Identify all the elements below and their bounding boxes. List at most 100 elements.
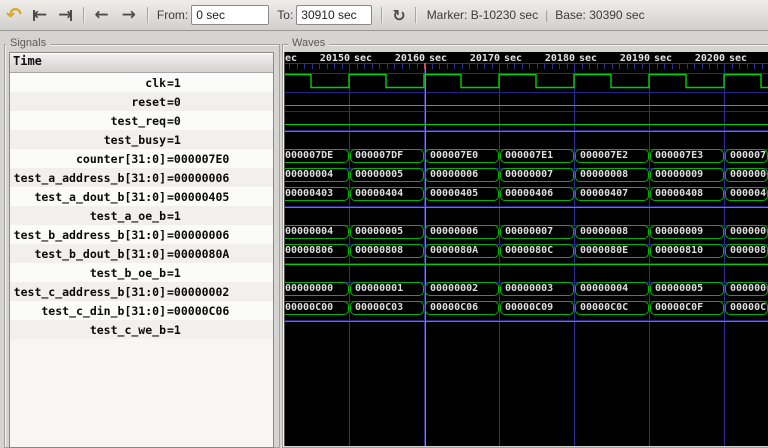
signal-value: =00000C06 [167, 303, 230, 318]
signal-wave-low [285, 105, 768, 106]
bus-segment: 00000409 [725, 187, 768, 201]
waves-frame-label: Waves [288, 37, 330, 49]
signal-value: =1 [167, 132, 181, 147]
from-input[interactable] [191, 5, 270, 25]
timeline-tick [461, 64, 463, 69]
signal-name: test_req [110, 113, 166, 128]
signal-row[interactable]: clk =1 [10, 73, 273, 92]
signal-row[interactable]: test_c_din_b[31:0] =00000C06 [10, 301, 273, 320]
signal-name: test_b_address_b[31:0] [13, 227, 166, 242]
signals-frame-label: Signals [6, 37, 51, 49]
bus-segment: 00000007 [500, 168, 574, 182]
bus-segment: 0000080A [425, 244, 499, 258]
signal-row[interactable]: test_c_address_b[31:0] =00000002 [10, 282, 273, 301]
signal-row[interactable]: test_b_dout_b[31:0] =0000080A [10, 244, 273, 263]
signal-name: test_b_oe_b [89, 265, 166, 280]
timeline-tick [566, 64, 568, 69]
bus-segment: 000007E4 [725, 149, 768, 163]
bus-segment: 00000006 [425, 225, 499, 239]
timeline-tick-unit: sec [579, 53, 598, 64]
forward-icon[interactable]: → [122, 5, 136, 25]
bus-segment: 000007E3 [650, 149, 724, 163]
signal-value: =0 [167, 94, 181, 109]
go-to-start-icon[interactable]: ← [33, 5, 47, 25]
go-to-end-icon[interactable]: → [58, 5, 72, 25]
timeline-tick [409, 64, 410, 69]
bus-segment: 00000812 [725, 244, 768, 258]
bus-segment: 00000C0F [650, 301, 724, 315]
bus-segment: 00000001 [350, 282, 424, 296]
signal-value: =1 [167, 265, 181, 280]
bus-segment: 0000080C [500, 244, 574, 258]
bus-segment: 00000007 [500, 225, 574, 239]
toolbar-separator [414, 7, 417, 23]
time-header[interactable]: Time [10, 53, 273, 73]
bus-segment: 00000006 [725, 282, 768, 296]
signal-value: =0 [167, 113, 181, 128]
timeline-tick-unit: sec [285, 53, 298, 64]
bus-segment: 00000C09 [500, 301, 574, 315]
signal-row[interactable]: test_a_oe_b =1 [10, 206, 273, 225]
bus-segment: 00000004 [285, 168, 349, 182]
signal-row[interactable]: test_c_we_b =1 [10, 320, 273, 339]
bus-segment: 00000005 [350, 168, 424, 182]
bus-segment: 000007DE [285, 149, 349, 163]
timeline-tick [529, 64, 530, 69]
timeline-tick [739, 64, 740, 69]
wave-canvas[interactable]: 20140sec20150sec20160sec20170sec20180sec… [284, 52, 768, 446]
timeline-tick [394, 64, 395, 69]
bus-segment: 00000404 [350, 187, 424, 201]
timeline-tick [536, 64, 538, 69]
timeline-tick [611, 64, 613, 69]
signal-value: =1 [167, 322, 181, 337]
undo-zoom-icon[interactable]: ↶ [6, 4, 22, 26]
signal-row[interactable]: test_a_address_b[31:0] =00000006 [10, 168, 273, 187]
signal-row[interactable]: reset =0 [10, 92, 273, 111]
reload-icon[interactable]: ↻ [392, 6, 405, 25]
signal-row[interactable]: test_busy =1 [10, 130, 273, 149]
signal-row[interactable]: test_a_dout_b[31:0] =00000405 [10, 187, 273, 206]
timeline-tick [589, 64, 590, 69]
row-baseline [285, 111, 768, 112]
timeline-tick [289, 64, 290, 69]
timeline-tick-label: 20160 [394, 53, 425, 64]
timeline-tick [356, 64, 358, 69]
row-baseline [285, 92, 768, 93]
timeline-tick-label: 20150 [319, 53, 350, 64]
timeline-tick [596, 64, 598, 69]
bus-segment: 00000005 [650, 282, 724, 296]
signal-row[interactable]: counter[31:0] =000007E0 [10, 149, 273, 168]
signal-name: counter[31:0] [75, 151, 166, 166]
timeline-tick [311, 64, 313, 69]
signal-value: =00000405 [167, 189, 230, 204]
bus-segment: 000007E1 [500, 149, 574, 163]
base-status: Base: 30390 sec [555, 8, 645, 22]
timeline-tick [694, 64, 695, 69]
bus-segment: 00000009 [650, 168, 724, 182]
timeline-tick [334, 64, 335, 69]
timeline-tick [401, 64, 403, 69]
signal-wave-high [285, 264, 768, 265]
timeline-tick [319, 64, 320, 69]
signal-name: test_a_address_b[31:0] [13, 170, 166, 185]
bus-segment: 00000008 [575, 225, 649, 239]
signal-row[interactable]: test_b_address_b[31:0] =00000006 [10, 225, 273, 244]
timeline-tick [634, 64, 635, 69]
signal-row[interactable]: test_req =0 [10, 111, 273, 130]
to-input[interactable] [296, 5, 373, 25]
bus-segment: 00000C0C [575, 301, 649, 315]
back-icon[interactable]: ← [94, 5, 108, 25]
timeline-tick [671, 64, 673, 69]
toolbar-separator [146, 7, 149, 23]
timeline-tick [551, 64, 553, 69]
bus-segment: 00000000 [285, 282, 349, 296]
signal-row[interactable]: test_b_oe_b =1 [10, 263, 273, 282]
timeline-tick-unit: sec [354, 53, 373, 64]
bus-segment: 000007DF [350, 149, 424, 163]
signal-value: =00000006 [167, 227, 230, 242]
toolbar: ↶ ← → ← → From: To: ↻ Marker: B-10230 se… [0, 0, 768, 31]
timeline-tick [506, 64, 508, 69]
bus-segment: 00000403 [285, 187, 349, 201]
timeline-tick [761, 64, 763, 69]
signal-list: Time clk =1 reset =0 test_req =0 test_busy =1 co… [9, 52, 274, 448]
